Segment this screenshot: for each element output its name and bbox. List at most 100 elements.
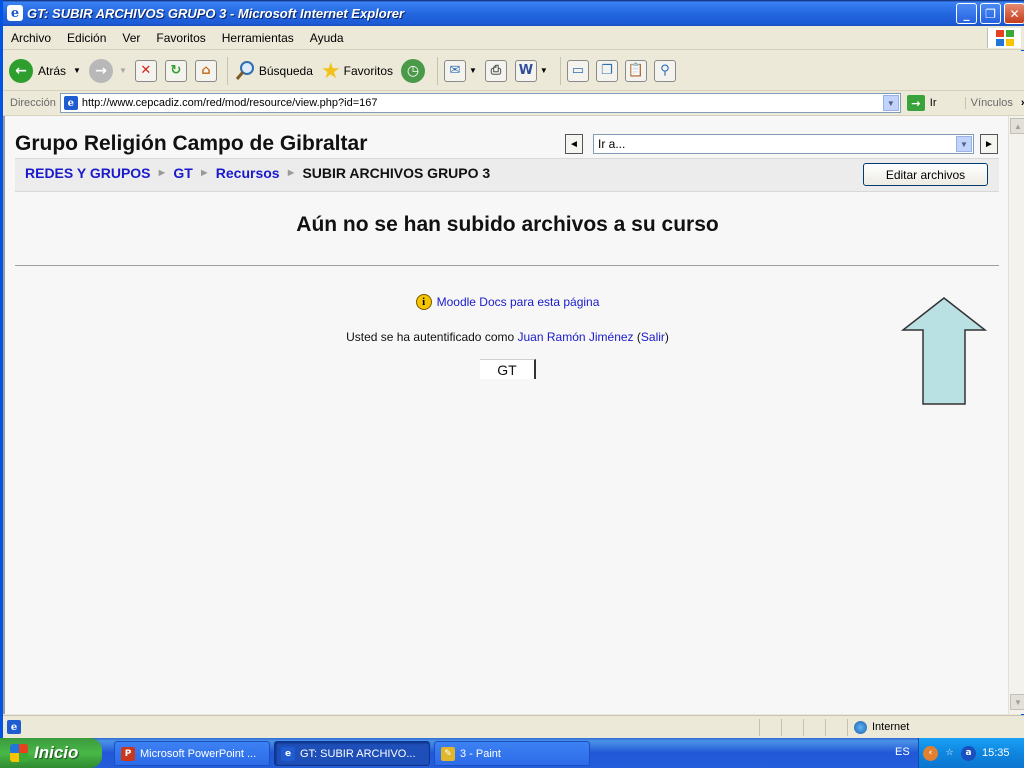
- clock: 15:35: [982, 747, 1010, 759]
- chevron-down-icon: ▼: [118, 66, 127, 75]
- logout-link[interactable]: Salir: [641, 330, 665, 344]
- breadcrumb-link-redes[interactable]: REDES Y GRUPOS: [25, 165, 151, 181]
- status-cell: [803, 718, 825, 736]
- back-arrow-icon: ←: [9, 58, 33, 83]
- start-button[interactable]: Inicio: [0, 738, 102, 768]
- divider: [15, 265, 999, 266]
- home-icon[interactable]: ⌂: [194, 59, 217, 82]
- windows-logo-icon: [987, 28, 1021, 48]
- start-label: Inicio: [34, 743, 79, 762]
- breadcrumb-link-recursos[interactable]: Recursos: [216, 165, 280, 181]
- copy-icon[interactable]: ❐: [595, 59, 618, 82]
- go-arrow-icon: →: [906, 95, 925, 111]
- chevron-down-icon[interactable]: ▼: [469, 66, 477, 75]
- vertical-scrollbar[interactable]: ▲ ▼: [1008, 116, 1024, 714]
- annotation-arrow-shape: [901, 297, 988, 405]
- login-paren-open: (: [633, 330, 641, 344]
- globe-icon: [854, 720, 867, 734]
- menu-ayuda[interactable]: Ayuda: [302, 31, 352, 45]
- scroll-down-icon[interactable]: ▼: [1010, 694, 1024, 710]
- menu-ver[interactable]: Ver: [114, 31, 148, 45]
- favorites-button[interactable]: ★ Favoritos: [321, 58, 393, 84]
- favorites-label: Favoritos: [343, 63, 393, 78]
- page-content: Grupo Religión Campo de Gibraltar ◄ Ir a…: [3, 116, 1008, 714]
- edit-files-button[interactable]: Editar archivos: [863, 163, 988, 186]
- moodle-docs-label[interactable]: Moodle Docs para esta página: [437, 295, 600, 309]
- status-bar: e Internet: [3, 715, 1024, 738]
- breadcrumb-separator: ►: [285, 167, 297, 179]
- links-toolbar[interactable]: Vínculos: [964, 97, 1013, 109]
- network-icon[interactable]: a: [961, 745, 976, 761]
- toolbar-separator: [559, 56, 561, 85]
- jump-select-value: Ir a...: [598, 137, 626, 151]
- history-icon[interactable]: ◷: [401, 58, 425, 83]
- star-tray-icon[interactable]: ☆: [942, 746, 957, 761]
- menu-edicion[interactable]: Edición: [59, 31, 114, 45]
- title-bar[interactable]: e GT: SUBIR ARCHIVOS GRUPO 3 - Microsoft…: [3, 0, 1024, 26]
- chevron-down-icon: ▼: [73, 66, 81, 75]
- jump-select[interactable]: Ir a... ▼: [593, 134, 974, 154]
- login-paren-close: ): [664, 330, 669, 344]
- jump-to-menu: ◄ Ir a... ▼ ►: [565, 134, 998, 154]
- back-button[interactable]: ← Atrás ▼: [9, 58, 81, 83]
- back-label: Atrás: [38, 63, 67, 78]
- paste-icon[interactable]: 📋: [624, 59, 647, 82]
- stop-icon[interactable]: ✕: [134, 59, 157, 82]
- forward-button[interactable]: → ▼: [88, 58, 127, 83]
- address-dropdown-icon[interactable]: ▼: [882, 95, 899, 111]
- internet-explorer-icon: e: [281, 746, 295, 761]
- print-icon[interactable]: ⎙: [484, 59, 507, 82]
- status-cell: [759, 718, 781, 736]
- toolbar-separator: [226, 56, 228, 85]
- close-button[interactable]: ✕: [1004, 3, 1024, 24]
- course-home-link[interactable]: GT: [480, 359, 536, 379]
- taskbar-item-internet-explorer[interactable]: e GT: SUBIR ARCHIVO...: [274, 741, 430, 766]
- user-profile-link[interactable]: Juan Ramón Jiménez: [518, 330, 634, 344]
- mail-icon[interactable]: ✉: [444, 59, 466, 82]
- window-title: GT: SUBIR ARCHIVOS GRUPO 3 - Microsoft I…: [27, 5, 405, 21]
- search-button[interactable]: Búsqueda: [234, 60, 313, 82]
- moodle-docs-link[interactable]: i Moodle Docs para esta página: [5, 294, 1010, 310]
- menu-favoritos[interactable]: Favoritos: [148, 31, 213, 45]
- language-indicator[interactable]: ES: [895, 746, 910, 758]
- menu-bar: Archivo Edición Ver Favoritos Herramient…: [3, 26, 1024, 50]
- site-title: Grupo Religión Campo de Gibraltar: [15, 132, 368, 155]
- page-icon: e: [63, 96, 78, 110]
- chevron-down-icon[interactable]: ▼: [540, 66, 548, 75]
- status-cell: [781, 718, 803, 736]
- address-url: http://www.cepcadiz.com/red/mod/resource…: [81, 97, 378, 109]
- zone-label: Internet: [872, 721, 910, 733]
- taskbar-item-paint[interactable]: ✎ 3 - Paint: [434, 741, 590, 766]
- menu-herramientas[interactable]: Herramientas: [214, 31, 302, 45]
- status-cell: [825, 718, 847, 736]
- scroll-up-icon[interactable]: ▲: [1010, 118, 1024, 134]
- security-zone: Internet: [847, 718, 910, 736]
- breadcrumb: REDES Y GRUPOS ► GT ► Recursos ► SUBIR A…: [25, 165, 490, 181]
- maximize-button[interactable]: ❐: [980, 3, 1001, 24]
- next-activity-button[interactable]: ►: [980, 134, 998, 154]
- show-hidden-icons-icon[interactable]: ‹: [923, 745, 938, 761]
- taskbar-item-powerpoint[interactable]: P Microsoft PowerPoint ...: [114, 741, 270, 766]
- search-icon: [235, 60, 254, 80]
- go-label: Ir: [929, 97, 937, 109]
- taskbar-item-label: 3 - Paint: [460, 747, 501, 760]
- refresh-icon[interactable]: ↻: [164, 59, 187, 82]
- taskbar: Inicio P Microsoft PowerPoint ... e GT: …: [0, 738, 1024, 768]
- breadcrumb-link-gt[interactable]: GT: [173, 165, 192, 181]
- menu-archivo[interactable]: Archivo: [3, 31, 59, 45]
- breadcrumb-separator: ►: [198, 167, 210, 179]
- breadcrumb-separator: ►: [156, 167, 168, 179]
- taskbar-item-label: GT: SUBIR ARCHIVO...: [300, 747, 416, 760]
- login-prefix: Usted se ha autentificado como: [346, 330, 518, 344]
- no-files-message: Aún no se han subido archivos a su curso: [296, 213, 719, 236]
- previous-activity-button[interactable]: ◄: [565, 134, 583, 154]
- navigation-bar: REDES Y GRUPOS ► GT ► Recursos ► SUBIR A…: [15, 158, 999, 192]
- messenger-icon[interactable]: ▭: [566, 59, 589, 82]
- go-button[interactable]: → Ir: [906, 95, 957, 111]
- edit-word-icon[interactable]: W: [514, 59, 537, 82]
- breadcrumb-current: SUBIR ARCHIVOS GRUPO 3: [302, 165, 491, 181]
- minimize-button[interactable]: _: [956, 3, 977, 24]
- find-icon[interactable]: ⚲: [653, 59, 676, 82]
- address-input[interactable]: e http://www.cepcadiz.com/red/mod/resour…: [59, 93, 901, 113]
- address-bar: Dirección e http://www.cepcadiz.com/red/…: [3, 91, 1024, 116]
